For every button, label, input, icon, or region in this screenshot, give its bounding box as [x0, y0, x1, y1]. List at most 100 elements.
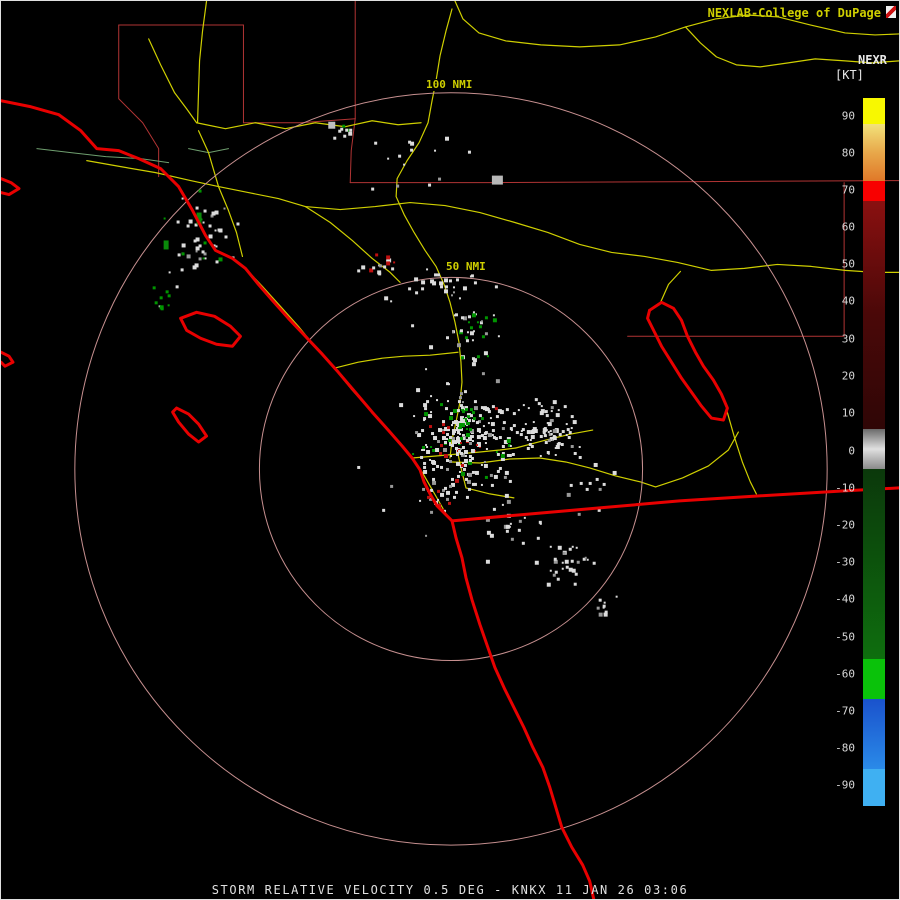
- echo-pixel: [592, 561, 596, 565]
- echo-pixel: [499, 410, 504, 415]
- echo-pixel: [177, 253, 181, 257]
- colorbar-tick-label: -50: [835, 630, 855, 644]
- echo-pixel: [566, 428, 570, 432]
- echo-pixel: [574, 572, 578, 576]
- echo-pixel: [196, 239, 199, 242]
- echo-pixel: [437, 489, 441, 493]
- echo-pixel: [471, 339, 474, 342]
- echo-pixel: [593, 462, 598, 467]
- echo-pixel: [202, 221, 205, 224]
- echo-pixel: [445, 407, 449, 411]
- echo-pixel: [421, 287, 425, 291]
- echo-pixel: [570, 427, 573, 430]
- colorbar-tick-label: 40: [841, 294, 855, 308]
- attribution-text: NEXLAB-College of DuPage: [707, 6, 881, 20]
- echo-pixel: [484, 316, 488, 320]
- echo-pixel: [465, 339, 469, 343]
- range-ring: [258, 276, 644, 662]
- echo-pixel: [483, 432, 487, 436]
- echo-pixel: [467, 315, 471, 319]
- echo-pixel: [434, 273, 438, 277]
- echo-pixel: [504, 470, 509, 475]
- echo-pixel: [471, 440, 474, 443]
- coast-line: [171, 406, 209, 444]
- echo-pixel: [188, 219, 193, 224]
- roads-line: [304, 205, 401, 283]
- echo-pixel: [482, 407, 486, 411]
- colorbar-segment: [863, 659, 885, 699]
- echo-pixel: [483, 463, 488, 468]
- echo-pixel: [423, 469, 428, 474]
- echo-pixel: [482, 436, 486, 440]
- echo-pixel: [387, 157, 390, 160]
- echo-pixel: [361, 265, 366, 270]
- echo-pixel: [501, 445, 505, 449]
- echo-pixel: [430, 279, 435, 284]
- coast-line: [1, 99, 454, 523]
- radar-frame: NEXLAB-College of DuPage NEXR [KT] STORM…: [0, 0, 900, 900]
- echo-pixel: [223, 207, 226, 210]
- echo-pixel: [519, 433, 523, 437]
- echo-pixel: [497, 335, 500, 338]
- echo-pixel: [422, 446, 426, 450]
- echo-pixel: [181, 252, 185, 256]
- echo-pixel: [568, 547, 572, 551]
- echo-pixel: [154, 301, 158, 305]
- echo-pixel: [203, 241, 207, 245]
- echo-pixel: [198, 257, 202, 261]
- echo-pixel: [448, 439, 451, 443]
- echo-pixel: [476, 355, 480, 359]
- echo-pixel: [432, 480, 437, 485]
- echo-pixel: [612, 470, 617, 475]
- echo-pixel: [426, 268, 429, 271]
- echo-pixel: [181, 243, 186, 248]
- colorbar-tick-label: -40: [835, 592, 855, 606]
- echo-pixel: [480, 417, 484, 421]
- echo-pixel: [449, 279, 452, 283]
- echo-pixel: [517, 528, 521, 532]
- echo-pixel: [459, 437, 463, 441]
- echo-pixel: [469, 326, 473, 330]
- echo-pixel: [549, 430, 552, 433]
- echo-pixel: [494, 437, 498, 441]
- echo-pixel: [444, 453, 449, 458]
- echo-pixel: [547, 439, 551, 443]
- range-ring-label: 100 NMI: [425, 78, 474, 91]
- echo-pixel: [473, 400, 477, 404]
- echo-pixel: [602, 482, 606, 486]
- echo-pixel: [546, 450, 550, 454]
- echo-pixel: [604, 610, 608, 614]
- echo-pixel: [553, 557, 557, 561]
- echo-pixel: [438, 428, 443, 433]
- echo-pixel: [435, 448, 440, 452]
- echo-pixel: [460, 316, 464, 320]
- echo-pixel: [203, 209, 207, 213]
- echo-pixel: [449, 416, 453, 421]
- echo-pixel: [508, 453, 512, 457]
- echo-pixel: [168, 271, 171, 274]
- echo-pixel: [442, 420, 446, 424]
- echo-pixel: [202, 257, 205, 260]
- echo-pixel: [501, 503, 504, 506]
- echo-pixel: [554, 570, 558, 574]
- echo-pixel: [208, 234, 213, 239]
- echo-pixel: [501, 427, 505, 431]
- echo-pixel: [460, 463, 464, 467]
- echo-pixel: [451, 331, 454, 334]
- echo-pixel: [451, 440, 456, 445]
- echo-pixel: [374, 141, 378, 145]
- echo-pixel: [561, 567, 564, 570]
- echo-pixel: [578, 455, 582, 459]
- echo-pixel: [461, 401, 464, 404]
- echo-pixel: [572, 420, 577, 425]
- echo-pixel: [348, 131, 353, 136]
- echo-pixel: [425, 534, 428, 537]
- echo-pixel: [423, 449, 426, 451]
- echo-pixel: [550, 410, 553, 413]
- echo-pixel: [446, 458, 450, 462]
- echo-pixel: [504, 493, 509, 498]
- echo-pixel: [598, 612, 603, 617]
- echo-pixel: [399, 403, 404, 408]
- echo-pixel: [167, 304, 170, 307]
- echo-pixel: [434, 149, 437, 152]
